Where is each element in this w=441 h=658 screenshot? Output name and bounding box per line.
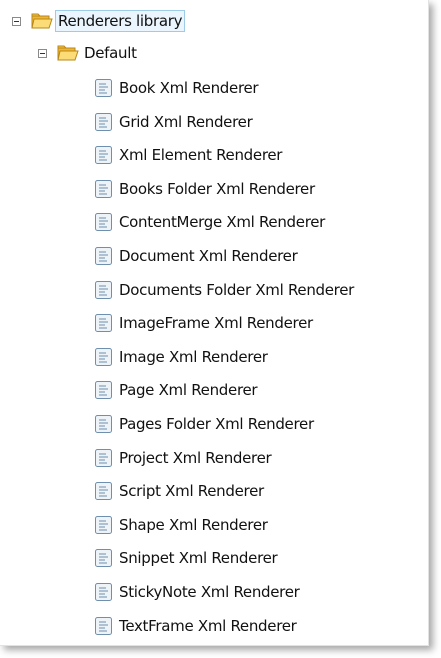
tree-node-label[interactable]: Default xyxy=(81,42,140,64)
folder-icon xyxy=(31,13,53,29)
collapse-toggle-icon[interactable] xyxy=(38,48,47,58)
tree-leaf-item[interactable]: Shape Xml Renderer xyxy=(94,512,271,538)
document-icon xyxy=(95,381,112,400)
document-icon xyxy=(95,482,112,501)
document-icon xyxy=(95,247,112,265)
tree-leaf-label[interactable]: Project Xml Renderer xyxy=(116,447,274,469)
folder-icon xyxy=(57,45,79,61)
tree-leaf-item[interactable]: Project Xml Renderer xyxy=(94,445,274,471)
tree-leaf-item[interactable]: StickyNote Xml Renderer xyxy=(94,579,303,605)
tree-leaf-label[interactable]: Page Xml Renderer xyxy=(116,379,260,401)
tree-leaf-item[interactable]: Page Xml Renderer xyxy=(94,377,260,403)
tree-leaf-label[interactable]: Book Xml Renderer xyxy=(116,77,261,99)
document-icon xyxy=(95,448,112,467)
tree-leaf-item[interactable]: ContentMerge Xml Renderer xyxy=(94,209,328,235)
document-icon xyxy=(95,583,112,601)
tree-leaf-item[interactable]: Book Xml Renderer xyxy=(94,75,261,101)
document-icon xyxy=(95,415,112,433)
tree-leaf-item[interactable]: Grid Xml Renderer xyxy=(94,109,255,135)
tree-leaf-label[interactable]: ImageFrame Xml Renderer xyxy=(116,312,316,334)
document-icon xyxy=(95,347,112,366)
tree-leaf-label[interactable]: Pages Folder Xml Renderer xyxy=(116,413,317,435)
tree-node-root[interactable]: Renderers library xyxy=(12,8,186,34)
tree-leaf-item[interactable]: Image Xml Renderer xyxy=(94,344,271,370)
tree-leaf-label[interactable]: StickyNote Xml Renderer xyxy=(116,581,303,603)
document-icon xyxy=(95,146,112,165)
tree-leaf-label[interactable]: Books Folder Xml Renderer xyxy=(116,178,318,200)
tree-leaf-label[interactable]: Xml Element Renderer xyxy=(116,144,285,166)
document-icon xyxy=(95,280,112,299)
tree-leaf-item[interactable]: Script Xml Renderer xyxy=(94,478,267,504)
tree-leaf-item[interactable]: ImageFrame Xml Renderer xyxy=(94,310,316,336)
document-icon xyxy=(95,549,112,568)
tree-leaf-label[interactable]: Grid Xml Renderer xyxy=(116,111,255,133)
tree-leaf-label[interactable]: Shape Xml Renderer xyxy=(116,514,271,536)
tree-leaf-item[interactable]: Documents Folder Xml Renderer xyxy=(94,277,357,303)
collapse-toggle-icon[interactable] xyxy=(12,16,21,26)
document-icon xyxy=(95,213,112,232)
document-icon xyxy=(95,112,112,131)
document-icon xyxy=(95,515,112,534)
tree-leaf-label[interactable]: Snippet Xml Renderer xyxy=(116,547,280,569)
document-icon xyxy=(95,179,112,198)
tree-leaf-item[interactable]: TextFrame Xml Renderer xyxy=(94,613,300,639)
tree-leaf-label[interactable]: Document Xml Renderer xyxy=(116,245,300,267)
tree-node-default[interactable]: Default xyxy=(38,40,140,66)
document-icon xyxy=(95,616,112,635)
tree-leaf-item[interactable]: Snippet Xml Renderer xyxy=(94,545,280,571)
tree-leaf-label[interactable]: Script Xml Renderer xyxy=(116,480,267,502)
tree-leaf-item[interactable]: Books Folder Xml Renderer xyxy=(94,176,318,202)
tree-leaf-item[interactable]: Xml Element Renderer xyxy=(94,142,285,168)
tree-leaf-label[interactable]: ContentMerge Xml Renderer xyxy=(116,211,328,233)
renderers-tree-panel: Renderers library Default Book Xml Rende… xyxy=(0,0,429,646)
document-icon xyxy=(95,79,112,97)
tree-leaf-item[interactable]: Document Xml Renderer xyxy=(94,243,300,269)
tree-leaf-label[interactable]: Documents Folder Xml Renderer xyxy=(116,279,357,301)
tree-leaf-label[interactable]: Image Xml Renderer xyxy=(116,346,271,368)
tree-node-label[interactable]: Renderers library xyxy=(55,10,186,32)
tree-leaf-label[interactable]: TextFrame Xml Renderer xyxy=(116,615,300,637)
document-icon xyxy=(95,314,112,333)
tree-leaf-item[interactable]: Pages Folder Xml Renderer xyxy=(94,411,317,437)
